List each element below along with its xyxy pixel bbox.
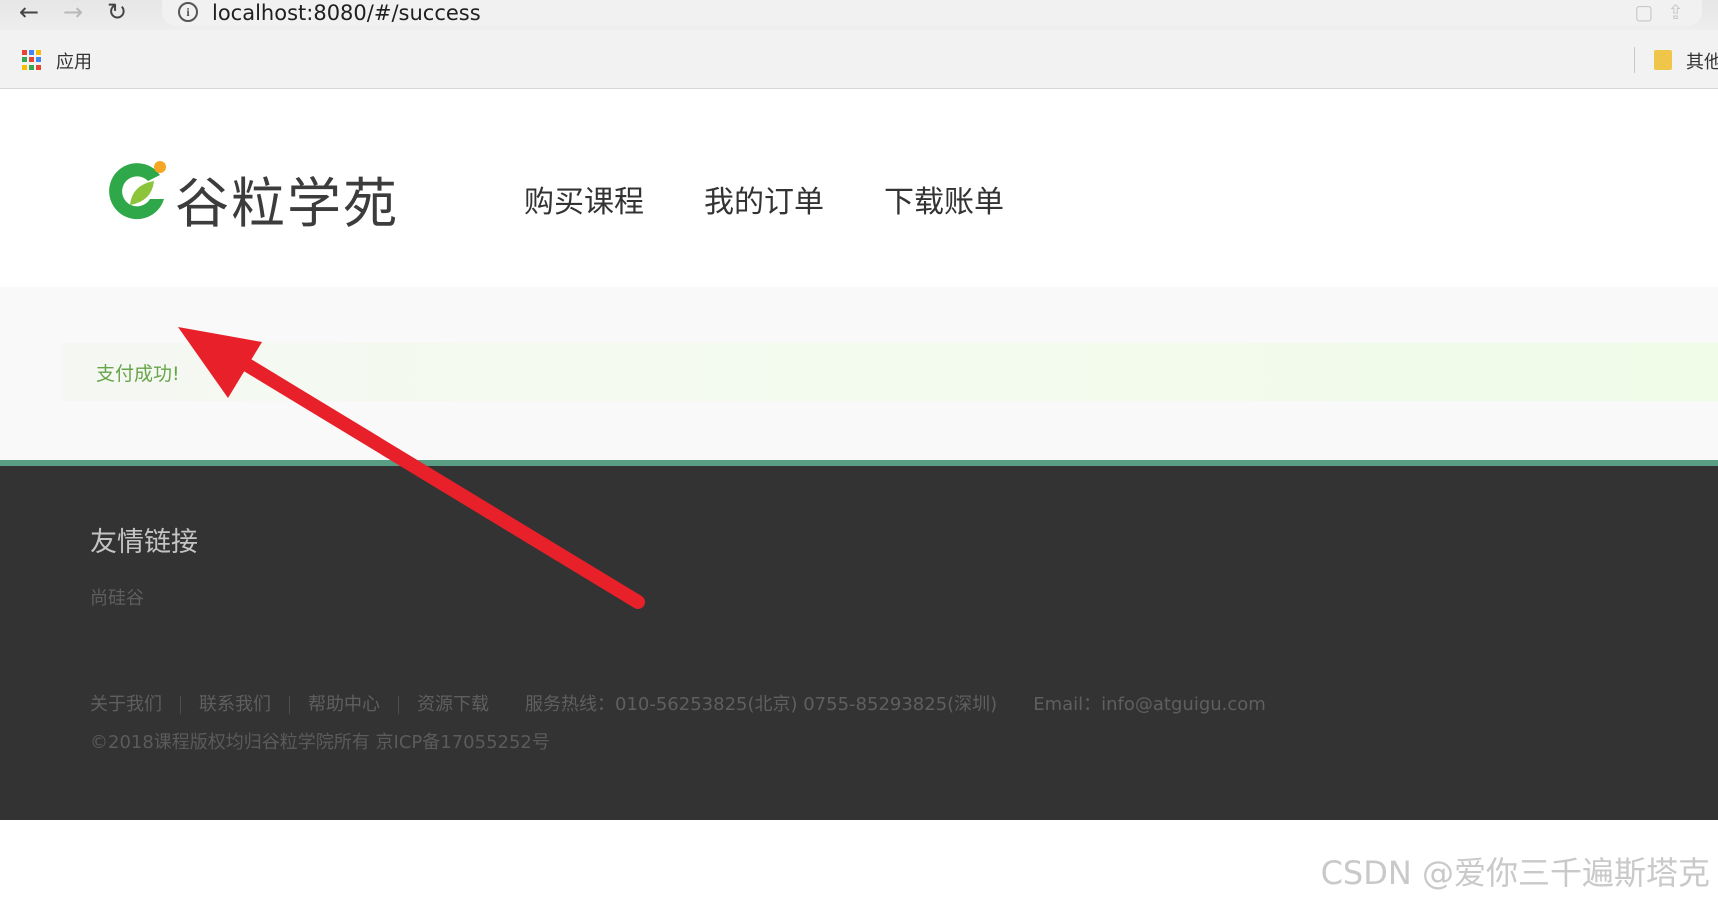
folder-icon[interactable] (1654, 50, 1672, 70)
site-info-icon[interactable]: i (178, 2, 198, 22)
address-bar[interactable]: i localhost:8080/#/success (162, 0, 1702, 26)
logo-icon[interactable] (102, 155, 172, 227)
nav-my-orders[interactable]: 我的订单 (704, 177, 824, 221)
browser-toolbar: ← → ↻ i localhost:8080/#/success ▢⇪ (0, 0, 1718, 30)
footer-link-help[interactable]: 帮助中心 (308, 694, 380, 715)
csdn-watermark: CSDN @爱你三千遍斯塔克 (1320, 854, 1710, 892)
friend-link-atguigu[interactable]: 尚硅谷 (90, 584, 144, 610)
footer-link-contact[interactable]: 联系我们 (199, 694, 271, 715)
site-footer: 友情链接 尚硅谷 关于我们 联系我们 帮助中心 资源下载 服务热线：010-562538… (0, 466, 1718, 820)
footer-separator (180, 696, 181, 714)
nav-buy-courses[interactable]: 购买课程 (524, 177, 644, 221)
other-bookmarks-label[interactable]: 其他 (1686, 48, 1718, 74)
footer-link-downloads[interactable]: 资源下载 (417, 694, 489, 715)
url-text[interactable]: localhost:8080/#/success (212, 0, 481, 26)
footer-copyright: ©2018课程版权均归谷粒学院所有 京ICP备17055252号 (90, 732, 550, 753)
logo-text[interactable]: 谷粒学苑 (175, 159, 399, 238)
back-arrow-icon[interactable]: ← (14, 0, 44, 26)
footer-separator (398, 696, 399, 714)
nav-download-bill[interactable]: 下载账单 (884, 177, 1004, 221)
reload-icon[interactable]: ↻ (102, 0, 132, 26)
site-header: 谷粒学苑 购买课程 我的订单 下载账单 (0, 89, 1718, 287)
footer-links-row: 关于我们 联系我们 帮助中心 资源下载 服务热线：010-56253825(北京) 07… (90, 690, 1266, 716)
footer-hotline: 服务热线：010-56253825(北京) 0755-85293825(深圳) (525, 694, 998, 715)
toolbar-extension-icons[interactable]: ▢⇪ (1634, 0, 1698, 26)
main-content: 支付成功! (0, 287, 1718, 460)
footer-email: Email：info@atguigu.com (1033, 694, 1266, 715)
success-alert: 支付成功! (62, 343, 1718, 401)
bookmarks-divider (1634, 47, 1635, 73)
apps-grid-icon[interactable] (22, 50, 42, 70)
friend-links-title: 友情链接 (90, 527, 198, 558)
footer-link-about[interactable]: 关于我们 (90, 694, 162, 715)
apps-label[interactable]: 应用 (56, 48, 92, 74)
footer-separator (289, 696, 290, 714)
success-message: 支付成功! (96, 363, 180, 385)
forward-arrow-icon[interactable]: → (58, 0, 88, 26)
bookmarks-bar: 应用 其他 (0, 30, 1718, 89)
